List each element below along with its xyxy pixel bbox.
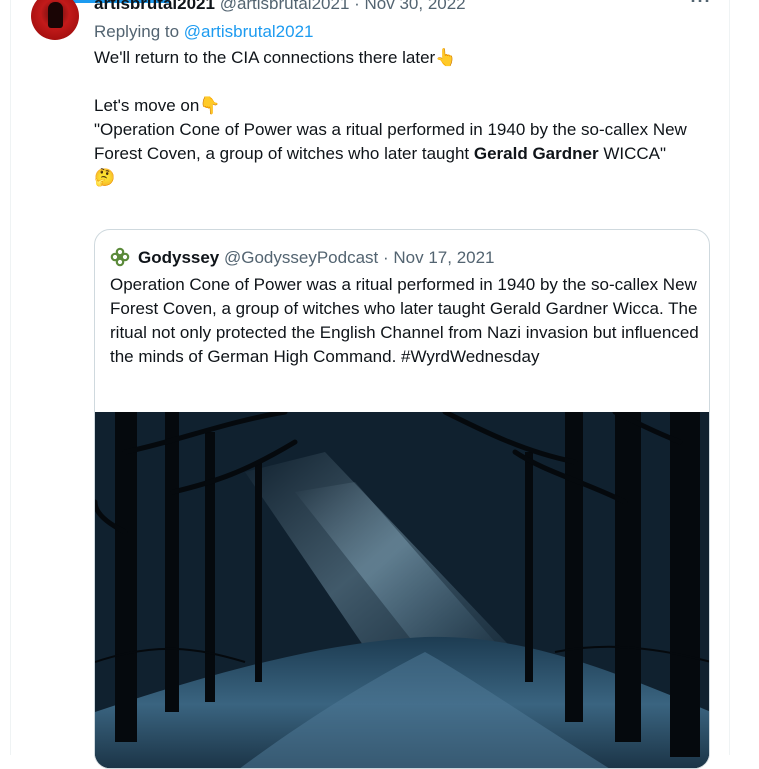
tweet-header: artisbrutal2021 @artisbrutal2021 · Nov 3… bbox=[94, 0, 466, 15]
author-name[interactable]: artisbrutal2021 bbox=[94, 0, 215, 13]
tweet-line-2: Let's move on👇 bbox=[94, 94, 714, 118]
quoted-tweet-header: Godyssey @GodysseyPodcast · Nov 17, 2021 bbox=[110, 246, 495, 270]
pointing-down-emoji-icon: 👇 bbox=[199, 96, 221, 115]
replying-to-label: Replying to bbox=[94, 22, 184, 41]
timeline-border-right bbox=[729, 0, 730, 755]
replying-to-handle[interactable]: @artisbrutal2021 bbox=[184, 22, 314, 41]
tweet-line-3: "Operation Cone of Power was a ritual pe… bbox=[94, 118, 714, 166]
avatar-silhouette bbox=[48, 2, 63, 28]
thinking-face-emoji-icon: 🤔 bbox=[94, 168, 116, 187]
quoted-tweet[interactable]: Godyssey @GodysseyPodcast · Nov 17, 2021… bbox=[94, 229, 710, 769]
celtic-knot-icon[interactable] bbox=[110, 247, 130, 267]
pointing-up-emoji-icon: 👆 bbox=[435, 48, 457, 67]
timeline-border-left bbox=[10, 0, 11, 755]
tweet-text: We'll return to the CIA connections ther… bbox=[94, 46, 714, 190]
quoted-author-name[interactable]: Godyssey bbox=[138, 248, 219, 267]
author-avatar[interactable] bbox=[31, 0, 79, 40]
tweet-line-4: 🤔 bbox=[94, 166, 714, 190]
quoted-tweet-text: Operation Cone of Power was a ritual per… bbox=[110, 275, 699, 366]
tweet-line-2-text: Let's move on bbox=[94, 96, 200, 115]
tweet-line-1: We'll return to the CIA connections ther… bbox=[94, 46, 714, 70]
replying-to: Replying to @artisbrutal2021 bbox=[94, 21, 314, 43]
forest-light-image[interactable] bbox=[95, 412, 710, 769]
author-handle-date[interactable]: @artisbrutal2021 · Nov 30, 2022 bbox=[220, 0, 466, 13]
tweet-line-3-end: WICCA" bbox=[598, 144, 667, 163]
tweet-line-1-text: We'll return to the CIA connections ther… bbox=[94, 48, 436, 67]
quoted-author-handle-date[interactable]: @GodysseyPodcast · Nov 17, 2021 bbox=[224, 248, 495, 267]
more-dots-icon[interactable]: ··· bbox=[690, 0, 712, 11]
tweet-bold-name: Gerald Gardner bbox=[473, 144, 599, 163]
